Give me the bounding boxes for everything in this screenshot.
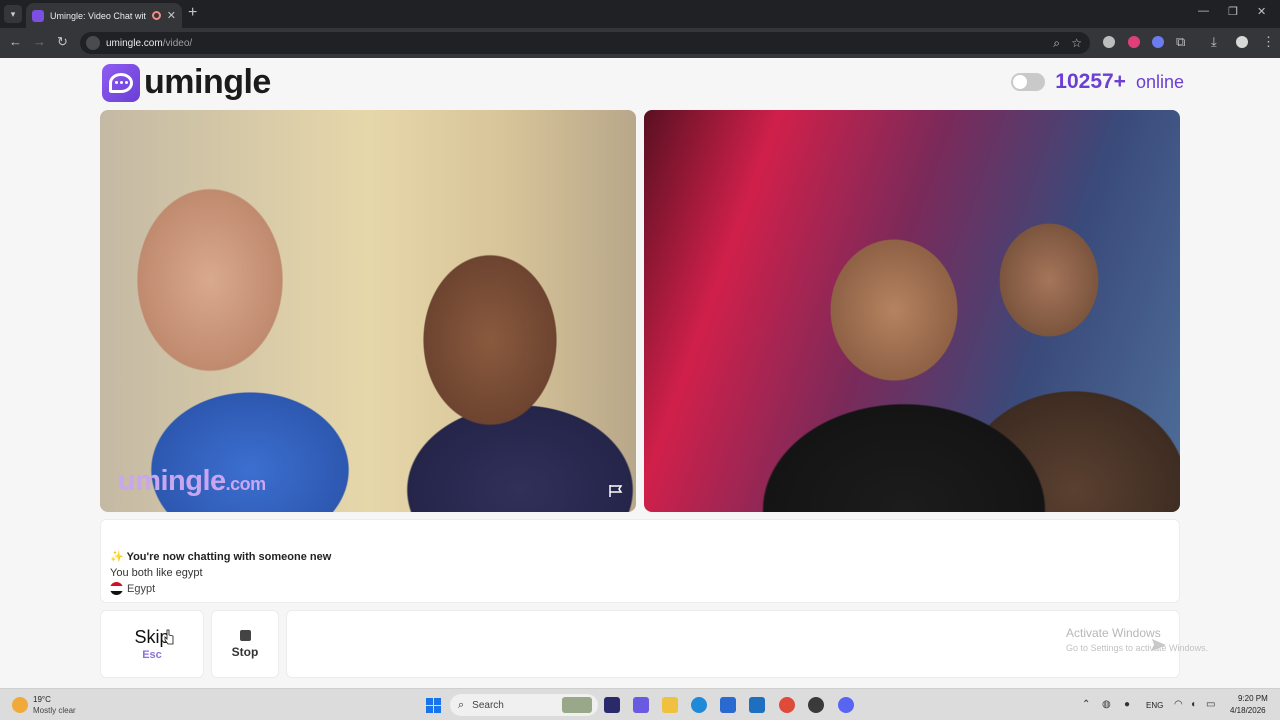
mouse-pointer-icon — [164, 629, 174, 645]
restore-button[interactable]: ❐ — [1228, 5, 1238, 18]
activate-windows-title: Activate Windows — [1066, 626, 1161, 640]
common-interest-message: You both like egypt — [110, 567, 203, 579]
stop-button[interactable]: Stop — [211, 610, 279, 678]
discord-app-icon[interactable] — [838, 697, 854, 713]
stop-label: Stop — [231, 644, 259, 659]
network-tray-icon[interactable]: ◍ — [1102, 699, 1111, 710]
country-label: Egypt — [127, 582, 156, 595]
tab-search-button[interactable]: ▾ — [4, 5, 22, 23]
skip-button[interactable]: Skip Esc — [100, 610, 204, 678]
egypt-flag-icon — [110, 582, 123, 595]
bookmark-star-icon[interactable]: ☆ — [1071, 36, 1082, 50]
copilot-app-icon[interactable] — [633, 697, 649, 713]
search-highlight-icon[interactable] — [562, 697, 592, 713]
extension-icon[interactable] — [1103, 36, 1115, 48]
minimize-button[interactable]: — — [1198, 5, 1209, 17]
chat-log: ✨ You're now chatting with someone new Y… — [100, 519, 1180, 603]
report-flag-icon[interactable] — [608, 484, 624, 498]
tray-overflow-icon[interactable]: ⌃ — [1082, 699, 1090, 710]
tab-close-icon[interactable]: ✕ — [167, 9, 176, 22]
profile-avatar[interactable] — [1236, 36, 1248, 48]
self-video — [644, 110, 1180, 512]
address-bar[interactable]: umingle.com/video/ ⌕ ☆ — [80, 32, 1090, 54]
new-tab-button[interactable]: + — [188, 4, 197, 22]
downloads-icon[interactable]: ⤓ — [1211, 34, 1217, 50]
chrome-browser-icon[interactable] — [779, 697, 795, 713]
language-indicator[interactable]: ENG — [1146, 701, 1163, 710]
window-close-button[interactable]: ✕ — [1257, 5, 1266, 18]
weather-temperature: 19°C — [33, 695, 51, 704]
back-button[interactable]: ← — [9, 34, 22, 49]
extension-icon[interactable] — [1128, 36, 1140, 48]
browser-menu-icon[interactable]: ⋮ — [1262, 34, 1275, 50]
extension-icon[interactable] — [1152, 36, 1164, 48]
reload-button[interactable]: ↻ — [57, 34, 68, 50]
url-text: umingle.com/video/ — [106, 37, 193, 49]
battery-icon[interactable]: ▭ — [1206, 699, 1215, 710]
online-status: 10257+ online — [1011, 70, 1184, 94]
windows-taskbar: 19°C Mostly clear ⌕ Search ⌃ ◍ ● ENG ◠ ◖… — [0, 688, 1280, 720]
browser-tab-bar: ▾ Umingle: Video Chat with S ✕ + — ❐ ✕ — [0, 0, 1280, 28]
outlook-app-icon[interactable] — [749, 697, 765, 713]
online-count: 10257+ — [1055, 70, 1126, 93]
chat-bubble-logo-icon — [102, 63, 140, 102]
umingle-watermark: umingle.com — [118, 465, 266, 497]
recording-indicator-icon — [151, 11, 161, 20]
store-app-icon[interactable] — [720, 697, 736, 713]
browser-tab[interactable]: Umingle: Video Chat with S ✕ — [26, 3, 182, 28]
logo-text: umingle — [144, 63, 271, 101]
country-info: Egypt — [110, 582, 155, 595]
weather-icon[interactable] — [12, 697, 28, 713]
wifi-icon[interactable]: ◠ — [1174, 699, 1183, 710]
stranger-video: umingle.com — [100, 110, 636, 512]
online-label: online — [1135, 71, 1184, 92]
edge-browser-icon[interactable] — [691, 697, 707, 713]
system-message: ✨ You're now chatting with someone new — [110, 551, 332, 563]
clock-date[interactable]: 4/18/2026 — [1230, 706, 1266, 715]
microphone-tray-icon[interactable]: ● — [1124, 699, 1130, 710]
message-input[interactable] — [286, 610, 1180, 678]
weather-description: Mostly clear — [33, 706, 76, 715]
skip-shortcut-hint: Esc — [142, 649, 162, 661]
extensions-puzzle-icon[interactable]: ⧉ — [1176, 34, 1185, 50]
start-button[interactable] — [426, 698, 441, 713]
theme-toggle[interactable] — [1011, 73, 1046, 91]
umingle-logo[interactable]: umingle — [102, 63, 271, 102]
stop-icon — [239, 629, 251, 641]
page-content: umingle 10257+ online umingle.com ✨ You'… — [0, 58, 1280, 688]
taskbar-search-label: Search — [472, 699, 504, 711]
zoom-icon[interactable]: ⌕ — [1053, 36, 1060, 51]
browser-toolbar: ← → ↻ umingle.com/video/ ⌕ ☆ ⧉ ⤓ ⋮ — [0, 28, 1280, 58]
clock-time[interactable]: 9:20 PM — [1238, 694, 1268, 703]
site-info-icon[interactable] — [86, 36, 100, 50]
recorder-app-icon[interactable] — [808, 697, 824, 713]
activate-windows-subtitle: Go to Settings to activate Windows. — [1066, 643, 1209, 653]
forward-button[interactable]: → — [33, 34, 46, 49]
terminal-app-icon[interactable] — [604, 697, 620, 713]
umingle-favicon-icon — [32, 9, 44, 22]
volume-icon[interactable]: ◖ — [1190, 699, 1196, 710]
file-explorer-icon[interactable] — [662, 697, 678, 713]
search-icon: ⌕ — [458, 698, 465, 711]
tab-title: Umingle: Video Chat with S — [50, 10, 146, 21]
